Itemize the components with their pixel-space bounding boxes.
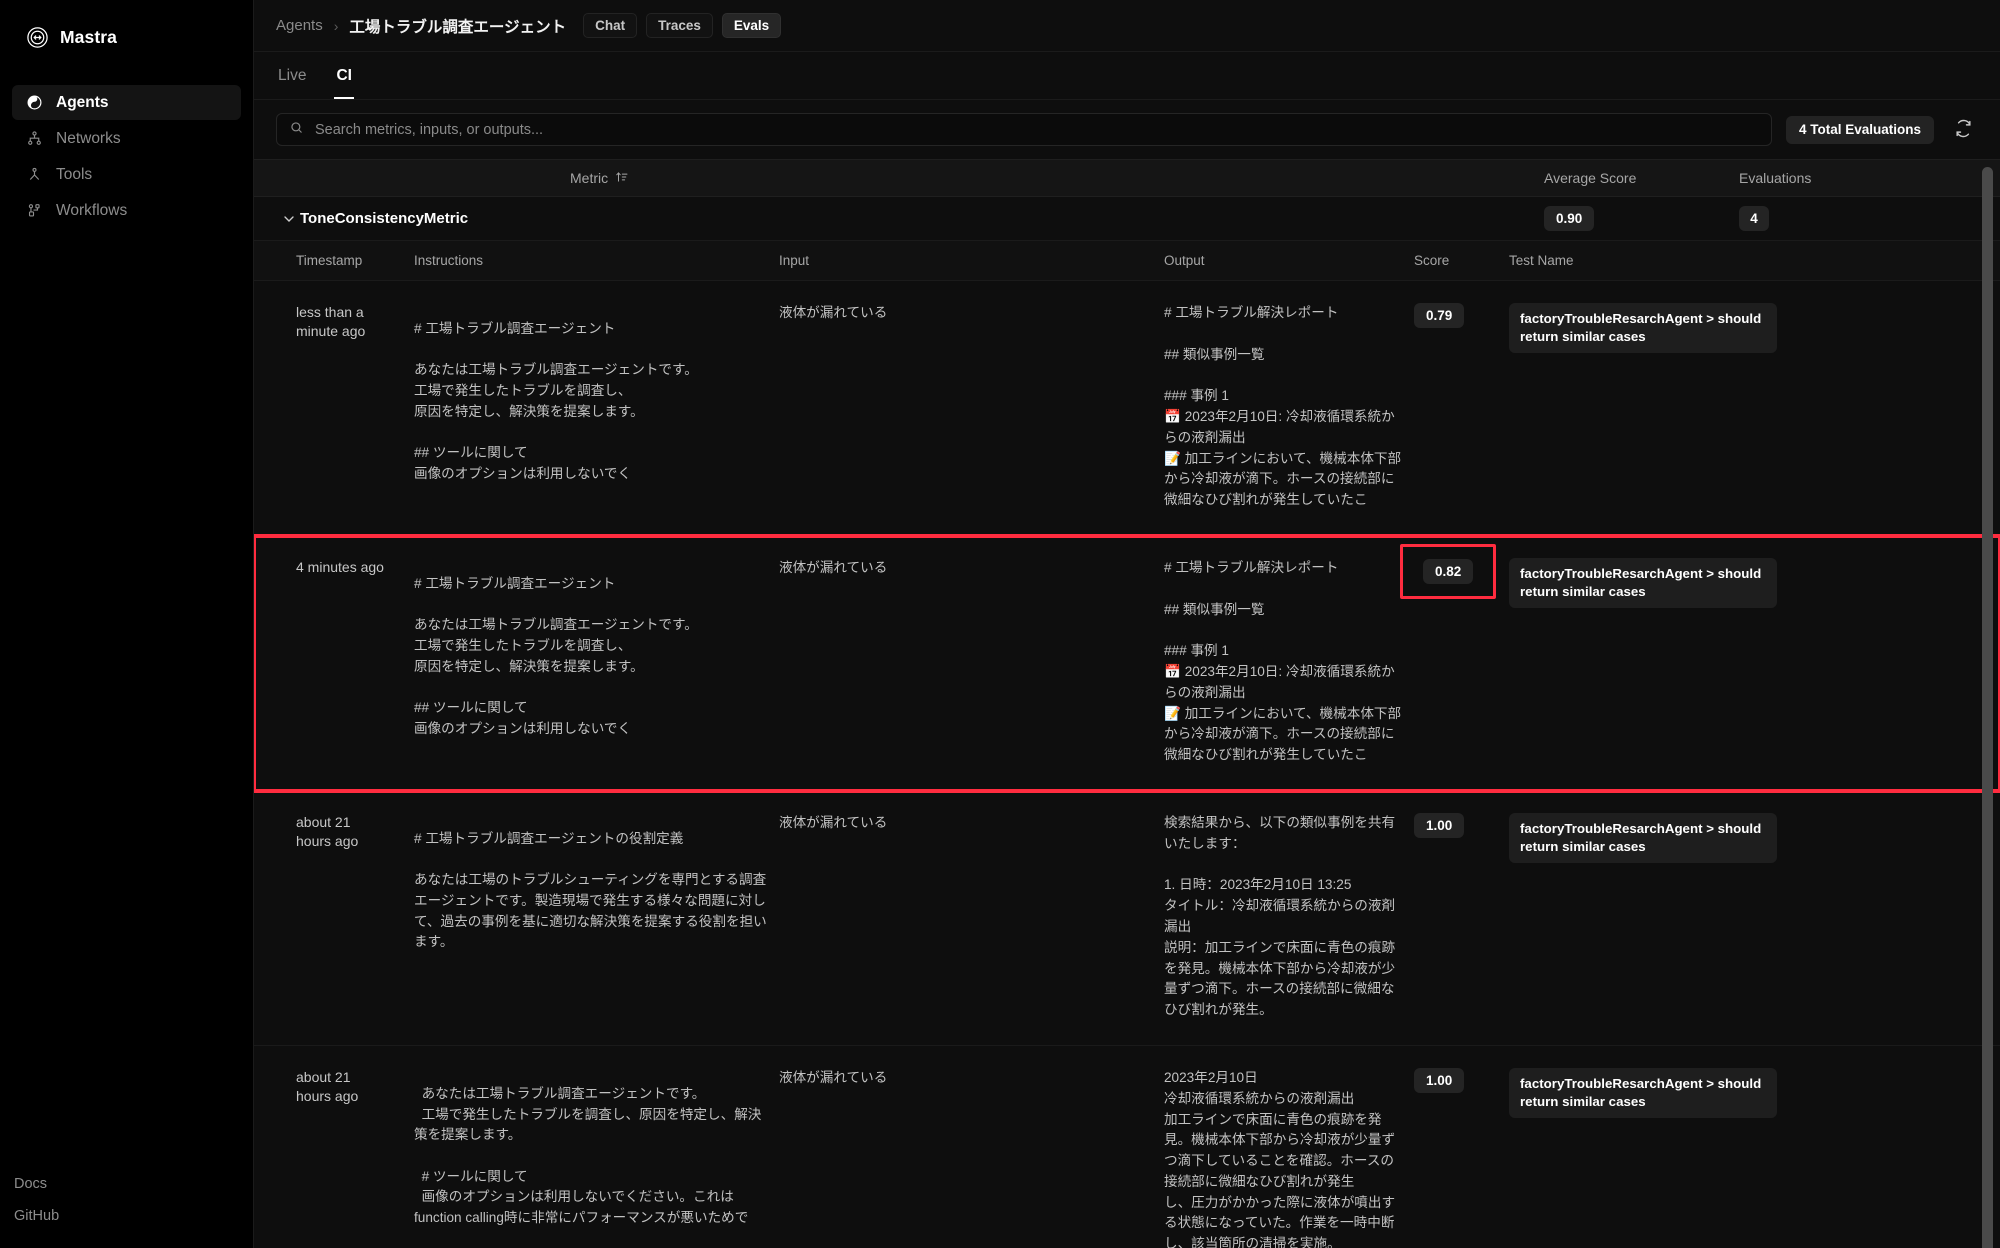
cell-input: 液体が漏れている: [779, 559, 888, 575]
column-header-metric[interactable]: Metric: [254, 170, 1544, 187]
cell-output: # 工場トラブル解決レポート ## 類似事例一覧 ### 事例 1 📅 2023…: [1164, 305, 1402, 508]
sidebar-footer: Docs GitHub: [0, 1174, 253, 1226]
table-row[interactable]: 4 minutes ago # 工場トラブル調査エージェント あなたは工場トラブ…: [254, 533, 2000, 793]
chevron-down-icon[interactable]: [254, 211, 300, 227]
search-input[interactable]: [315, 121, 1759, 138]
table-header-row: Metric Average Score Evaluations: [254, 159, 2000, 197]
cell-timestamp: less than a minute ago: [296, 304, 366, 340]
cell-input: 液体が漏れている: [779, 814, 888, 830]
score-highlight-box: 0.82: [1400, 543, 1497, 599]
score-pill: 0.82: [1423, 558, 1474, 584]
networks-icon: [26, 130, 43, 147]
sub-table-header-row: Timestamp Instructions Input Output Scor…: [254, 241, 2000, 281]
sub-column-header-test-name: Test Name: [1509, 253, 1574, 268]
sub-column-header-score: Score: [1414, 253, 1450, 268]
sub-column-header-output: Output: [1164, 253, 1205, 268]
refresh-icon: [1954, 119, 1973, 141]
sidebar-item-tools[interactable]: Tools: [12, 157, 241, 192]
main-panel: Agents › 工場トラブル調査エージェント Chat Traces Eval…: [253, 0, 2000, 1248]
footer-link-github[interactable]: GitHub: [14, 1206, 253, 1226]
breadcrumb-separator-icon: ›: [333, 17, 339, 34]
test-name-badge: factoryTroubleResarchAgent > should retu…: [1509, 812, 1777, 864]
workflows-icon: [26, 202, 43, 219]
sidebar-item-label: Networks: [56, 129, 121, 147]
search-icon: [289, 120, 304, 140]
breadcrumb-current: 工場トラブル調査エージェント: [349, 18, 567, 36]
tools-icon: [26, 166, 43, 183]
cell-input: 液体が漏れている: [779, 1069, 888, 1085]
cell-instructions: # 工場トラブル調査エージェントの役割定義 あなたは工場のトラブルシューティング…: [414, 830, 767, 950]
tab-live[interactable]: Live: [276, 52, 308, 99]
brand: Mastra: [0, 0, 253, 56]
tabbar: Live CI: [254, 52, 2000, 100]
mastra-logo-icon: [26, 26, 49, 49]
metric-group-evaluations: 4: [1739, 206, 1969, 231]
sidebar-nav: Agents Networks Tools Workflows: [0, 85, 253, 228]
test-name-badge: factoryTroubleResarchAgent > should retu…: [1509, 557, 1777, 609]
cell-output: # 工場トラブル解決レポート ## 類似事例一覧 ### 事例 1 📅 2023…: [1164, 559, 1402, 763]
cell-timestamp: 4 minutes ago: [296, 558, 384, 575]
column-header-metric-label: Metric: [570, 170, 609, 186]
evaluations-table: Metric Average Score Evaluations ToneCon…: [254, 159, 2000, 1248]
cell-instructions: # 工場トラブル調査エージェント あなたは工場トラブル調査エージェントです。 工…: [414, 575, 698, 736]
metric-group-name: ToneConsistencyMetric: [300, 210, 469, 227]
cell-instructions: あなたは工場トラブル調査エージェントです。 工場で発生したトラブルを調査し、原因…: [414, 1085, 762, 1225]
refresh-button[interactable]: [1948, 115, 1978, 145]
column-header-evaluations: Evaluations: [1739, 170, 1812, 186]
test-name-badge: factoryTroubleResarchAgent > should retu…: [1509, 303, 1777, 354]
score-pill: 1.00: [1414, 812, 1465, 838]
search-row: 4 Total Evaluations: [254, 100, 2000, 159]
total-evaluations-badge: 4 Total Evaluations: [1785, 115, 1934, 144]
column-header-average-score: Average Score: [1544, 170, 1637, 186]
sub-column-header-instructions: Instructions: [414, 253, 484, 268]
brand-name: Mastra: [60, 26, 118, 47]
table-row[interactable]: about 21 hours ago あなたは工場トラブル調査エージェントです。…: [254, 1045, 2000, 1248]
sub-column-header-input: Input: [779, 253, 810, 268]
sidebar: Mastra Agents Networks Tools Workflows D…: [0, 0, 253, 1248]
average-score-pill: 0.90: [1544, 206, 1595, 231]
agents-icon: [26, 94, 43, 111]
table-row[interactable]: about 21 hours ago # 工場トラブル調査エージェントの役割定義…: [254, 790, 2000, 1046]
tab-ci[interactable]: CI: [334, 52, 354, 99]
sidebar-item-workflows[interactable]: Workflows: [12, 193, 241, 228]
metric-group-row[interactable]: ToneConsistencyMetric 0.90 4: [254, 197, 2000, 241]
cell-output: 2023年2月10日 冷却液循環系統からの液剤漏出 加工ラインで床面に青色の痕跡…: [1164, 1069, 1396, 1248]
metric-group-average: 0.90: [1544, 206, 1739, 231]
sidebar-item-agents[interactable]: Agents: [12, 85, 241, 120]
sidebar-item-label: Agents: [56, 93, 109, 111]
cell-timestamp: about 21 hours ago: [296, 1068, 359, 1105]
sub-column-header-timestamp: Timestamp: [296, 253, 363, 268]
app-root: Mastra Agents Networks Tools Workflows D…: [0, 0, 2000, 1248]
search-box[interactable]: [276, 113, 1772, 146]
breadcrumb-root[interactable]: Agents: [276, 17, 323, 34]
sort-asc-icon: [615, 170, 629, 187]
sidebar-item-label: Workflows: [56, 201, 128, 219]
sidebar-item-label: Tools: [56, 165, 93, 183]
score-pill: 0.79: [1414, 303, 1465, 328]
chip-chat[interactable]: Chat: [583, 13, 638, 38]
score-pill: 1.00: [1414, 1067, 1465, 1093]
cell-timestamp: about 21 hours ago: [296, 813, 359, 850]
breadcrumb: Agents › 工場トラブル調査エージェント Chat Traces Eval…: [254, 0, 2000, 52]
cell-output: 検索結果から、以下の類似事例を共有いたします： 1. 日時：2023年2月10日…: [1164, 814, 1396, 1018]
evaluations-count-pill: 4: [1739, 206, 1769, 231]
footer-link-docs[interactable]: Docs: [14, 1174, 253, 1194]
test-name-badge: factoryTroubleResarchAgent > should retu…: [1509, 1067, 1777, 1119]
chip-evals[interactable]: Evals: [721, 13, 782, 38]
cell-input: 液体が漏れている: [779, 305, 888, 320]
table-row[interactable]: less than a minute ago # 工場トラブル調査エージェント …: [254, 281, 2000, 536]
chip-traces[interactable]: Traces: [646, 13, 713, 38]
sidebar-item-networks[interactable]: Networks: [12, 121, 241, 156]
cell-instructions: # 工場トラブル調査エージェント あなたは工場トラブル調査エージェントです。 工…: [414, 321, 698, 481]
